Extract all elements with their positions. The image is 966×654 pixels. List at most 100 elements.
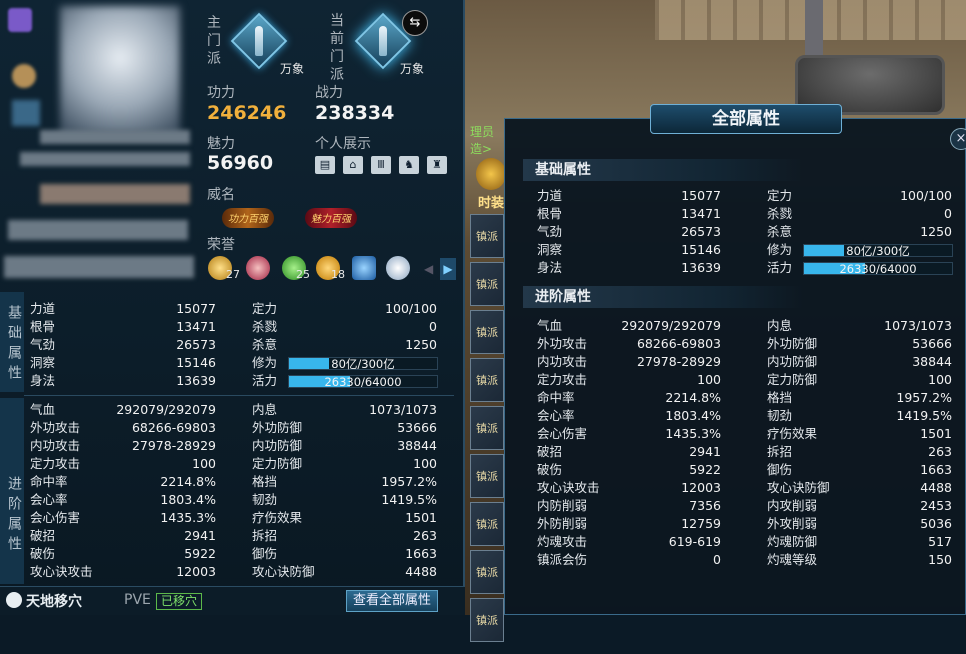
stat-value: 1419.5% (381, 492, 437, 507)
side-skill-slot[interactable]: 镇派 (470, 454, 504, 498)
stat-label: 会心率 (30, 492, 68, 507)
robe-icon[interactable]: ♜ (427, 156, 447, 174)
stat-label: 定力 (767, 188, 793, 203)
npc-label[interactable]: 理员 造> (470, 123, 494, 157)
stat-label: 攻心诀防御 (767, 480, 830, 495)
advanced-section-header: 进阶属性 (523, 286, 803, 308)
current-sect-emblem[interactable] (354, 12, 412, 70)
stat-row: 命中率 2214.8% 格挡 1957.2% (537, 389, 957, 407)
stat-label: 外防削弱 (537, 516, 588, 531)
stat-value: 100/100 (900, 188, 952, 203)
side-skill-slot[interactable]: 镇派 (470, 358, 504, 402)
stat-value: 53666 (397, 420, 437, 435)
stat-value: 2453 (920, 498, 952, 513)
stat-label: 身法 (30, 373, 56, 388)
stat-row: 攻心诀攻击 12003 攻心诀防御 4488 (537, 479, 957, 497)
stat-value: 1957.2% (896, 390, 952, 405)
bang-icon[interactable] (352, 256, 376, 280)
stat-row: 外功攻击 68266-69803 外功防御 53666 (537, 335, 957, 353)
stat-value: 26573 (176, 337, 216, 352)
stat-label: 攻心诀攻击 (30, 564, 93, 579)
divider (24, 395, 454, 396)
stat-value: 517 (928, 534, 952, 549)
zhanli-value: 238334 (315, 102, 395, 124)
weiming-label: 威名 (207, 187, 235, 203)
stat-row: 身法 13639 活力 26330/64000 (30, 372, 450, 390)
stat-label: 攻心诀防御 (252, 564, 315, 579)
stat-value: 0 (713, 552, 721, 567)
close-icon[interactable]: × (950, 128, 966, 150)
stat-value: 292079/292079 (621, 318, 721, 333)
honor-next-icon[interactable]: ▶ (440, 258, 456, 280)
purple-gem-icon (8, 8, 32, 32)
stat-value: 5922 (689, 462, 721, 477)
stat-label: 疗伤效果 (252, 510, 303, 525)
stat-label: 外功攻击 (30, 420, 81, 435)
stat-row: 灼魂攻击 619-619 灼魂防御 517 (537, 533, 957, 551)
meili-top100-badge[interactable]: 魅力百强 (305, 208, 357, 228)
progress-text: 26330/64000 (324, 375, 402, 389)
gongli-label: 功力 (207, 85, 235, 101)
stat-value: 27978-28929 (131, 438, 216, 453)
current-sect-label: 当前门派 (330, 13, 344, 83)
stat-label: 灼魂防御 (767, 534, 818, 549)
stat-value: 2214.8% (160, 474, 216, 489)
stat-row: 破伤 5922 御伤 1663 (30, 545, 450, 563)
id-card-icon[interactable]: ▤ (315, 156, 335, 174)
stat-label: 内息 (252, 402, 278, 417)
stat-label: 活力 (252, 373, 278, 388)
side-skill-slot[interactable]: 镇派 (470, 406, 504, 450)
crystal-icon[interactable] (386, 256, 410, 280)
stat-label: 活力 (767, 260, 793, 275)
gongli-top100-badge[interactable]: 功力百强 (222, 208, 274, 228)
stat-value: 1073/1073 (369, 402, 437, 417)
horse-icon[interactable]: ♞ (399, 156, 419, 174)
side-skill-slot[interactable]: 镇派 (470, 262, 504, 306)
stat-value: 2941 (689, 444, 721, 459)
basic-attr-tab[interactable]: 基础属性 (0, 292, 24, 392)
status-badge: 已移穴 (156, 593, 203, 610)
fashion-label: 时装 (478, 196, 505, 211)
stat-row: 气血 292079/292079 内息 1073/1073 (30, 401, 450, 419)
stat-row: 内防削弱 7356 内攻削弱 2453 (537, 497, 957, 515)
stat-value: 4488 (405, 564, 437, 579)
gate-icon[interactable]: Ⅲ (371, 156, 391, 174)
stat-label: 外功攻击 (537, 336, 588, 351)
advanced-attr-tab[interactable]: 进阶属性 (0, 398, 24, 584)
stat-value: 292079/292079 (116, 402, 216, 417)
stat-label: 御伤 (767, 462, 793, 477)
progress-bar: 80亿/300亿 (288, 357, 438, 370)
side-skill-slot[interactable]: 镇派 (470, 214, 504, 258)
side-skill-strip: 镇派 镇派 镇派 镇派 镇派 镇派 镇派 镇派 镇派 (470, 214, 504, 654)
house-icon[interactable]: ⌂ (343, 156, 363, 174)
lantern-icon[interactable] (246, 256, 270, 280)
side-skill-slot[interactable]: 镇派 (470, 550, 504, 594)
stat-label: 破伤 (537, 462, 563, 477)
honor-prev-icon[interactable]: ◀ (424, 258, 436, 280)
fashion-icon[interactable] (476, 158, 506, 190)
side-skill-slot[interactable]: 镇派 (470, 598, 504, 642)
stat-label: 韧劲 (252, 492, 278, 507)
stat-label: 御伤 (252, 546, 278, 561)
stat-label: 杀戮 (252, 319, 278, 334)
stat-label: 定力攻击 (537, 372, 588, 387)
stat-label: 内防削弱 (537, 498, 588, 513)
stat-label: 拆招 (252, 528, 278, 543)
side-skill-slot[interactable]: 镇派 (470, 502, 504, 546)
stat-row: 外防削弱 12759 外攻削弱 5036 (537, 515, 957, 533)
side-skill-slot[interactable]: 镇派 (470, 310, 504, 354)
stat-value: 100 (928, 372, 952, 387)
stat-row: 气血 292079/292079 内息 1073/1073 (537, 317, 957, 335)
scene-pillar (805, 0, 823, 60)
stat-value: 100 (413, 456, 437, 471)
stat-row: 会心伤害 1435.3% 疗伤效果 1501 (537, 425, 957, 443)
stat-value: 68266-69803 (636, 336, 721, 351)
stat-row: 破招 2941 拆招 263 (537, 443, 957, 461)
stat-label: 破招 (30, 528, 56, 543)
basic-section-header: 基础属性 (523, 159, 803, 181)
honor-label: 荣誉 (207, 237, 235, 253)
switch-sect-icon[interactable]: ⇆ (402, 10, 428, 36)
view-all-attributes-button[interactable]: 查看全部属性 (346, 590, 438, 612)
main-sect-emblem[interactable] (230, 12, 288, 70)
stat-value: 38844 (397, 438, 437, 453)
